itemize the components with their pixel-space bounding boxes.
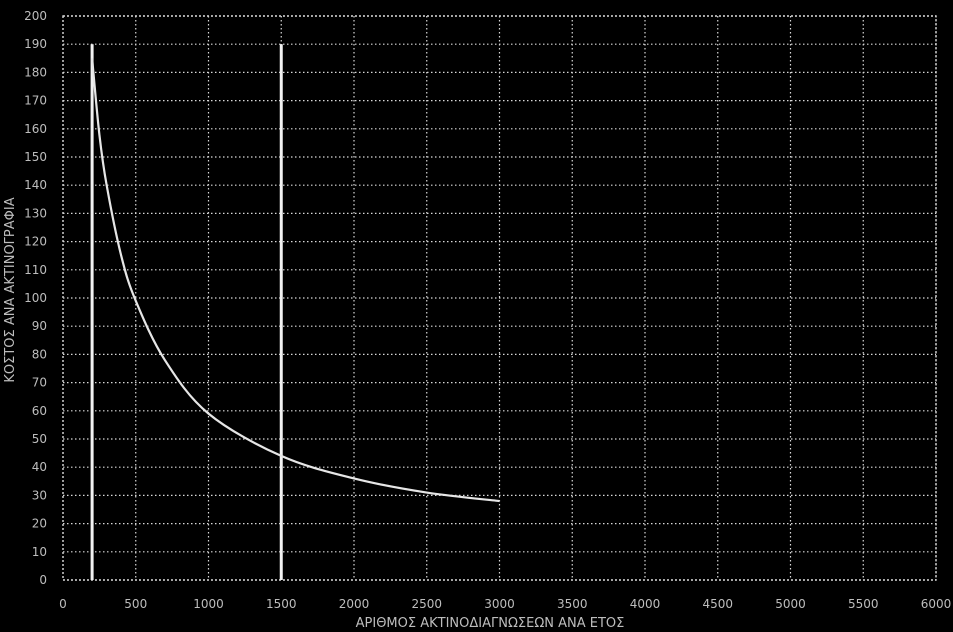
y-tick-label: 60 [32,404,47,418]
y-tick-label: 70 [32,376,47,390]
y-tick-label: 150 [24,150,47,164]
x-tick-label: 3500 [557,597,588,611]
y-tick-label: 50 [32,432,47,446]
y-tick-label: 110 [24,263,47,277]
y-axis-label: ΚΟΣΤΟΣ ΑΝΑ ΑΚΤΙΝΟΓΡΑΦΙΑ [3,197,18,382]
x-tick-label: 3000 [484,597,515,611]
y-tick-label: 20 [32,517,47,531]
y-tick-label: 30 [32,488,47,502]
y-tick-label: 80 [32,347,47,361]
y-tick-label: 140 [24,178,47,192]
y-tick-label: 90 [32,319,47,333]
x-tick-label: 4500 [702,597,733,611]
y-tick-label: 190 [24,37,47,51]
grid-lines [62,15,937,581]
y-tick-label: 40 [32,460,47,474]
x-tick-label: 5500 [848,597,879,611]
x-axis-label: ΑΡΙΘΜΟΣ ΑΚΤΙΝΟΔΙΑΓΝΩΣΕΩΝ ΑΝΑ ΕΤΟΣ [356,616,625,631]
x-tick-labels: 0 500 1000 1500 2000 2500 3000 3500 4000 4500 5000… [59,597,951,611]
x-tick-label: 500 [124,597,147,611]
y-tick-label: 130 [24,206,47,220]
series-layer [91,58,500,503]
x-tick-label: 4000 [630,597,661,611]
x-tick-label: 1500 [266,597,297,611]
x-tick-label: 6000 [921,597,952,611]
y-tick-label: 0 [39,573,47,587]
y-tick-labels: 0 10 20 30 40 50 60 70 80 90 100 110 120 130 140 150 160… [24,9,47,587]
x-tick-label: 2500 [411,597,442,611]
x-tick-label: 0 [59,597,67,611]
x-tick-label: 1000 [193,597,224,611]
y-tick-label: 180 [24,65,47,79]
y-tick-label: 100 [24,291,47,305]
y-tick-label: 170 [24,94,47,108]
x-tick-label: 2000 [339,597,370,611]
y-tick-label: 200 [24,9,47,23]
vertical-markers [90,44,283,580]
cost-curve-line [91,58,500,503]
cost-curve-chart: 0 500 1000 1500 2000 2500 3000 3500 4000 4500 5000… [3,9,951,631]
y-tick-label: 10 [32,545,47,559]
x-tick-label: 5000 [775,597,806,611]
y-tick-label: 160 [24,122,47,136]
y-tick-label: 120 [24,235,47,249]
